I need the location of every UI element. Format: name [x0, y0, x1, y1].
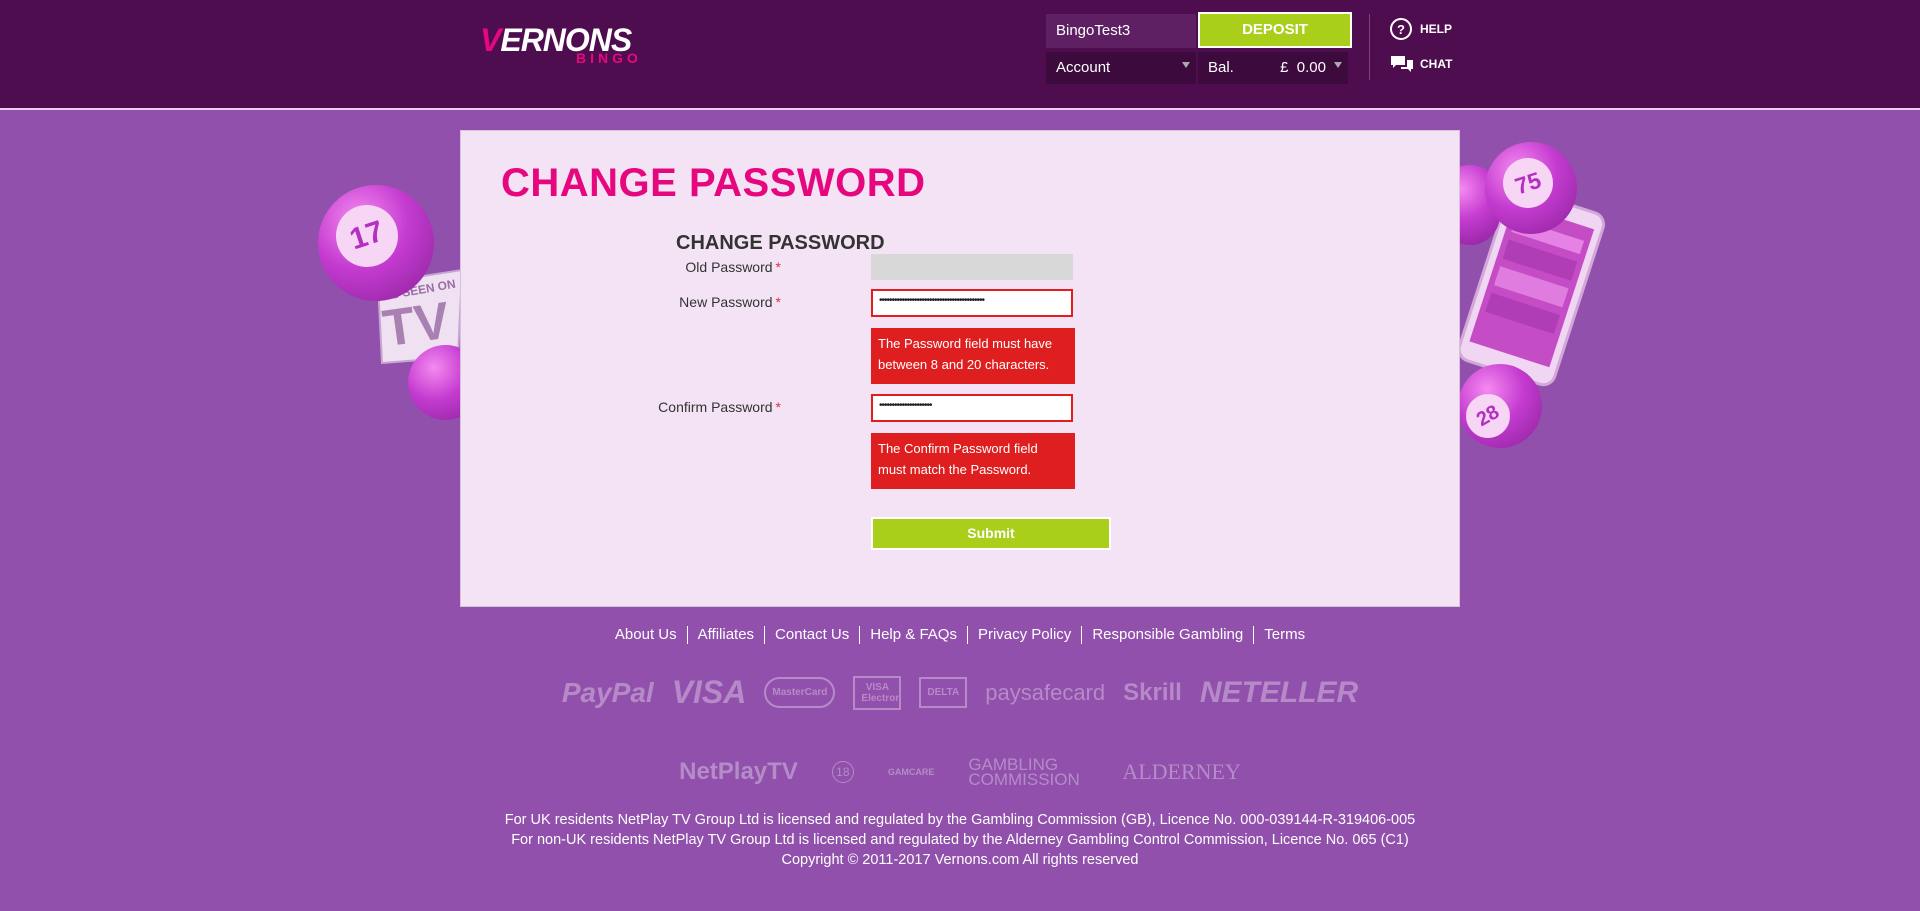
balance-amount: £ 0.00	[1280, 59, 1326, 76]
required-mark: *	[775, 399, 781, 415]
netplaytv-logo: NetPlayTV	[679, 758, 798, 785]
confirm-password-field[interactable]: •••••••••••••••••••••	[871, 394, 1073, 422]
header-divider	[1369, 14, 1370, 80]
help-link[interactable]: ? HELP	[1390, 17, 1452, 41]
account-dropdown[interactable]: Account	[1046, 52, 1196, 84]
confirm-password-error: The Confirm Password field must match th…	[871, 433, 1075, 489]
footer-link-responsible-gambling[interactable]: Responsible Gambling	[1082, 626, 1255, 644]
balance-currency: £	[1280, 59, 1289, 76]
mastercard-logo: MasterCard	[764, 677, 836, 708]
balance-label: Bal.	[1208, 59, 1234, 76]
skrill-logo: Skrill	[1123, 678, 1182, 706]
bingo-ball-decor: 75	[1485, 142, 1577, 234]
footer-link-affiliates[interactable]: Affiliates	[688, 626, 766, 644]
account-label: Account	[1056, 59, 1111, 76]
delta-logo: DELTA	[919, 677, 968, 708]
label-text: Old Password	[685, 259, 773, 275]
site-header: VERNONS BINGO BingoTest3 DEPOSIT Account…	[0, 0, 1920, 110]
legal-non-uk: For non-UK residents NetPlay TV Group Lt…	[511, 832, 1409, 848]
chevron-down-icon	[1182, 62, 1190, 68]
logo-sub: BINGO	[576, 50, 642, 66]
age-18-icon: 18	[831, 761, 854, 783]
chat-label: CHAT	[1420, 57, 1453, 71]
chevron-down-icon	[1334, 62, 1342, 68]
footer-link-help[interactable]: Help & FAQs	[860, 626, 968, 644]
gamcare-logo: GAMCARE	[887, 767, 935, 777]
label-text: Confirm Password	[658, 399, 773, 415]
help-icon: ?	[1390, 18, 1412, 40]
chat-link[interactable]: CHAT	[1390, 53, 1452, 75]
old-password-label: Old Password *	[531, 259, 781, 275]
balance-dropdown[interactable]: Bal. £ 0.00	[1198, 52, 1348, 84]
footer-links: About Us Affiliates Contact Us Help & FA…	[0, 626, 1920, 644]
chat-icon	[1391, 56, 1413, 72]
help-label: HELP	[1420, 22, 1453, 36]
username-display[interactable]: BingoTest3	[1046, 14, 1196, 48]
vernons-bingo-logo[interactable]: VERNONS BINGO	[480, 22, 660, 66]
copyright: Copyright © 2011-2017 Vernons.com All ri…	[781, 852, 1139, 868]
ball-number: 28	[1457, 385, 1519, 447]
ball-number: 75	[1496, 151, 1560, 215]
page-title: CHANGE PASSWORD	[501, 161, 926, 205]
footer-link-terms[interactable]: Terms	[1254, 626, 1315, 644]
logo-v: V	[480, 22, 501, 58]
balance-value: 0.00	[1296, 59, 1326, 76]
form-title: CHANGE PASSWORD	[676, 232, 885, 254]
required-mark: *	[775, 294, 781, 310]
visa-logo: VISA	[671, 674, 747, 710]
submit-button[interactable]: Submit	[871, 517, 1111, 550]
new-password-field[interactable]: ••••••••••••••••••••••••••••••••••••••••…	[871, 289, 1073, 317]
legal-text: For UK residents NetPlay TV Group Ltd is…	[0, 810, 1920, 870]
regulator-logos: NetPlayTV 18 GAMCARE GAMBLING COMMISSION…	[0, 755, 1920, 789]
confirm-password-label: Confirm Password *	[531, 399, 781, 415]
ball-number: 17	[327, 196, 407, 276]
gambling-commission-logo: GAMBLING COMMISSION	[968, 755, 1080, 789]
footer-link-contact[interactable]: Contact Us	[765, 626, 861, 644]
change-password-panel: CHANGE PASSWORD CHANGE PASSWORD Old Pass…	[460, 130, 1460, 607]
alderney-logo: ALDERNEY	[1122, 759, 1241, 784]
paysafecard-logo: paysafecard	[985, 679, 1106, 705]
paypal-logo: PayPal	[561, 676, 654, 708]
old-password-field[interactable]	[871, 254, 1073, 280]
new-password-label: New Password *	[531, 294, 781, 310]
label-text: New Password	[679, 294, 773, 310]
footer-link-about[interactable]: About Us	[605, 626, 688, 644]
visa-electron-logo: VISA Electron	[853, 675, 901, 710]
footer-link-privacy[interactable]: Privacy Policy	[968, 626, 1083, 644]
payment-logos: PayPal VISA MasterCard VISA Electron DEL…	[0, 674, 1920, 711]
bingo-ball-decor: 17	[318, 185, 434, 301]
deposit-button[interactable]: DEPOSIT	[1198, 12, 1352, 48]
required-mark: *	[775, 259, 781, 275]
bingo-ball-decor: 28	[1457, 364, 1542, 448]
neteller-logo: NETELLER	[1199, 675, 1359, 709]
new-password-error: The Password field must have between 8 a…	[871, 328, 1075, 384]
legal-uk: For UK residents NetPlay TV Group Ltd is…	[504, 812, 1416, 828]
